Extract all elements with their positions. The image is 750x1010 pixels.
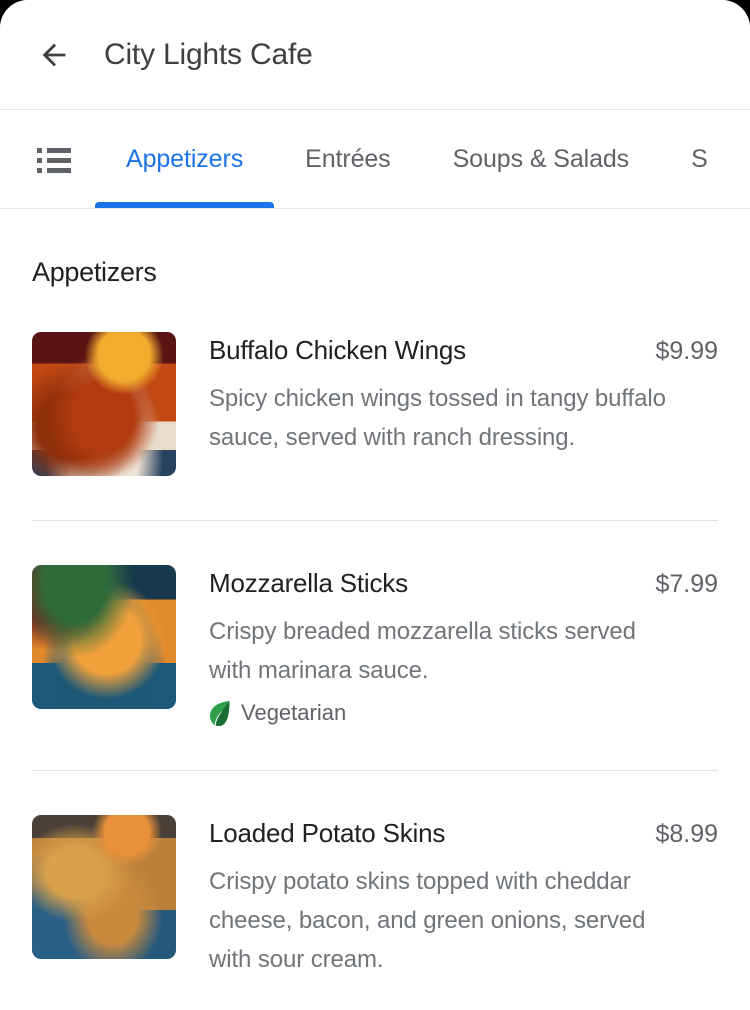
- menu-item-body: Mozzarella Sticks $7.99 Crispy breaded m…: [209, 565, 718, 726]
- menu-item[interactable]: Loaded Potato Skins $8.99 Crispy potato …: [0, 771, 750, 979]
- menu-item-header: Mozzarella Sticks $7.99: [209, 568, 718, 599]
- menu-item-description: Spicy chicken wings tossed in tangy buff…: [209, 385, 666, 451]
- tab-label: Appetizers: [126, 144, 244, 173]
- menu-item-description: Crispy breaded mozzarella sticks served …: [209, 618, 636, 684]
- menu-item-price: $9.99: [655, 337, 718, 365]
- menu-item-name: Mozzarella Sticks: [209, 568, 408, 598]
- arrow-back-icon: [37, 38, 71, 72]
- menu-item-body: Loaded Potato Skins $8.99 Crispy potato …: [209, 815, 718, 979]
- page-title: City Lights Cafe: [104, 37, 313, 71]
- leaf-icon: [209, 700, 231, 726]
- tab-label: S: [691, 144, 708, 173]
- menu-item-image: [32, 815, 176, 959]
- tab-soups-and-salads[interactable]: Soups & Salads: [422, 110, 661, 208]
- dietary-tag-vegetarian: Vegetarian: [209, 700, 346, 726]
- menu-item-price: $7.99: [655, 570, 718, 598]
- menu-item-tags: Vegetarian: [209, 700, 718, 726]
- menu-item[interactable]: Buffalo Chicken Wings $9.99 Spicy chicke…: [0, 288, 750, 476]
- dietary-tag-label: Vegetarian: [241, 700, 347, 725]
- list-view-icon[interactable]: [37, 142, 71, 176]
- app-bar: City Lights Cafe: [0, 0, 750, 110]
- menu-item-header: Buffalo Chicken Wings $9.99: [209, 335, 718, 366]
- tab-label: Entrées: [305, 144, 391, 173]
- category-tab-bar: Appetizers Entrées Soups & Salads S: [0, 110, 750, 209]
- app-window: City Lights Cafe Appetizers Entrées Soup…: [0, 0, 750, 1010]
- menu-item-image: [32, 565, 176, 709]
- menu-item-name: Loaded Potato Skins: [209, 818, 446, 848]
- tab-appetizers[interactable]: Appetizers: [95, 110, 275, 208]
- tab-entrees[interactable]: Entrées: [274, 110, 421, 208]
- tab-overflow-next[interactable]: S: [660, 110, 739, 208]
- tab-list: Appetizers Entrées Soups & Salads S: [95, 110, 750, 208]
- section-title: Appetizers: [32, 257, 157, 287]
- menu-content: Appetizers Buffalo Chicken Wings $9.99 S…: [0, 209, 750, 979]
- menu-item-price: $8.99: [655, 820, 718, 848]
- menu-item-name: Buffalo Chicken Wings: [209, 335, 466, 365]
- tab-label: Soups & Salads: [452, 144, 630, 173]
- menu-item-description: Crispy potato skins topped with cheddar …: [209, 868, 646, 973]
- menu-item[interactable]: Mozzarella Sticks $7.99 Crispy breaded m…: [0, 521, 750, 726]
- menu-item-header: Loaded Potato Skins $8.99: [209, 818, 718, 849]
- menu-item-body: Buffalo Chicken Wings $9.99 Spicy chicke…: [209, 332, 718, 457]
- menu-item-image: [32, 332, 176, 476]
- back-button[interactable]: [32, 33, 76, 77]
